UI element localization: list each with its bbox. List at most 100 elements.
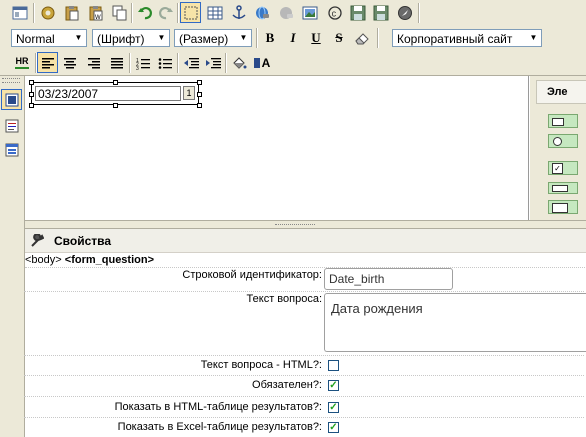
style-select-value: Normal: [16, 32, 55, 46]
outdent-icon: [183, 58, 199, 69]
table-icon[interactable]: [205, 3, 225, 23]
browse-icon[interactable]: [395, 3, 415, 23]
design-view-icon: [5, 93, 18, 106]
properties-title: Свойства: [54, 234, 112, 248]
show-excel-checkbox[interactable]: ✓: [328, 422, 339, 433]
question-text-label: Текст вопроса:: [246, 293, 322, 305]
string-id-label: Строковой идентификатор:: [182, 269, 322, 281]
hr-line-icon: [15, 67, 29, 69]
editor-canvas[interactable]: 03/23/2007 1: [25, 76, 529, 220]
italic-button[interactable]: I: [283, 28, 303, 48]
numbered-list-button[interactable]: 123: [133, 53, 153, 73]
bullet-list-button[interactable]: [155, 53, 175, 73]
bullet-list-icon: [158, 57, 172, 69]
source-view-icon[interactable]: [10, 3, 30, 23]
date-input-value: 03/23/2007: [38, 87, 99, 101]
numbered-list-icon: 123: [136, 58, 150, 70]
wrench-icon: [31, 234, 44, 247]
checkbox-element-icon[interactable]: ✓: [548, 161, 578, 175]
align-left-button[interactable]: [37, 52, 58, 73]
design-view-button[interactable]: [1, 89, 22, 110]
redo-icon[interactable]: [156, 3, 176, 23]
template-select-value: Корпоративный сайт: [397, 32, 513, 46]
undo-icon[interactable]: [135, 3, 155, 23]
question-text-value: Дата рождения: [331, 301, 423, 316]
elements-panel: Эле ✓: [530, 76, 586, 220]
paste-icon[interactable]: [62, 3, 82, 23]
select-element-icon[interactable]: [548, 182, 578, 194]
question-html-label: Текст вопроса - HTML?:: [200, 359, 322, 371]
question-html-checkbox[interactable]: [328, 360, 339, 371]
size-select[interactable]: (Размер) ▼: [174, 29, 252, 47]
preview-button[interactable]: [2, 140, 22, 160]
link-icon[interactable]: [252, 3, 272, 23]
outdent-button[interactable]: [181, 53, 201, 73]
chevron-down-icon: ▼: [74, 33, 83, 42]
breadcrumb-body[interactable]: <body>: [25, 254, 62, 266]
textarea-element-icon[interactable]: [548, 200, 578, 214]
required-label: Обязателен?:: [252, 379, 322, 391]
justify-icon: [111, 58, 123, 69]
paste-special-icon[interactable]: W: [86, 3, 106, 23]
anchor-icon[interactable]: [229, 3, 249, 23]
show-html-checkbox[interactable]: ✓: [328, 402, 339, 413]
settings-gear-icon[interactable]: [38, 3, 58, 23]
required-checkbox[interactable]: ✓: [328, 380, 339, 391]
show-excel-label: Показать в Excel-таблице результатов?:: [117, 421, 322, 433]
underline-label: U: [311, 30, 321, 45]
elements-panel-title: Эле: [547, 86, 568, 98]
background-color-button[interactable]: [229, 53, 249, 73]
image-icon[interactable]: [300, 3, 320, 23]
align-center-icon: [64, 58, 76, 69]
left-strip-grip: [2, 78, 20, 83]
horizontal-rule-button[interactable]: HR: [12, 53, 32, 73]
select-box-icon[interactable]: [180, 2, 201, 23]
underline-button[interactable]: U: [306, 28, 326, 48]
calendar-button[interactable]: 1: [183, 86, 195, 100]
preview-icon: [5, 143, 19, 157]
show-html-label: Показать в HTML-таблице результатов?:: [114, 401, 322, 413]
justify-button[interactable]: [107, 53, 127, 73]
save-icon[interactable]: [348, 3, 368, 23]
copy-icon[interactable]: [110, 3, 130, 23]
text-field-element-icon[interactable]: [548, 114, 578, 128]
svg-text:3: 3: [136, 66, 139, 70]
italic-label: I: [290, 30, 296, 45]
align-center-button[interactable]: [60, 53, 80, 73]
template-select[interactable]: Корпоративный сайт ▼: [392, 29, 542, 47]
bold-label: B: [265, 30, 275, 45]
align-right-icon: [88, 58, 100, 69]
breadcrumb: <body> <form_question>: [25, 254, 586, 267]
calendar-icon: 1: [186, 88, 192, 98]
eraser-icon[interactable]: [352, 28, 372, 48]
align-right-button[interactable]: [84, 53, 104, 73]
font-color-button[interactable]: A: [252, 53, 272, 73]
indent-button[interactable]: [203, 53, 223, 73]
elements-panel-header: Эле: [536, 80, 586, 104]
indent-icon: [205, 58, 221, 69]
string-id-input[interactable]: Date_birth: [324, 268, 453, 290]
radio-element-icon[interactable]: [548, 134, 578, 148]
breadcrumb-current[interactable]: <form_question>: [65, 254, 154, 266]
font-select[interactable]: (Шрифт) ▼: [92, 29, 170, 47]
string-id-value: Date_birth: [329, 272, 385, 286]
copyright-icon[interactable]: c: [325, 3, 345, 23]
chevron-down-icon: ▼: [239, 33, 248, 42]
svg-text:W: W: [95, 15, 101, 21]
strikethrough-button[interactable]: S: [329, 28, 349, 48]
style-select[interactable]: Normal ▼: [11, 29, 87, 47]
font-select-value: (Шрифт): [97, 32, 145, 46]
bold-button[interactable]: B: [260, 28, 280, 48]
save-as-icon[interactable]: [371, 3, 391, 23]
hr-label: HR: [15, 56, 29, 66]
html-view-button[interactable]: [2, 116, 22, 136]
splitter-bar[interactable]: [25, 220, 586, 229]
strike-label: S: [335, 30, 343, 45]
chevron-down-icon: ▼: [157, 33, 166, 42]
html-view-icon: [5, 119, 19, 133]
unlink-icon[interactable]: [276, 3, 296, 23]
chevron-down-icon: ▼: [529, 33, 538, 42]
date-input[interactable]: 03/23/2007: [35, 86, 181, 101]
question-text-textarea[interactable]: Дата рождения: [324, 293, 586, 352]
properties-header: Свойства: [25, 229, 586, 253]
